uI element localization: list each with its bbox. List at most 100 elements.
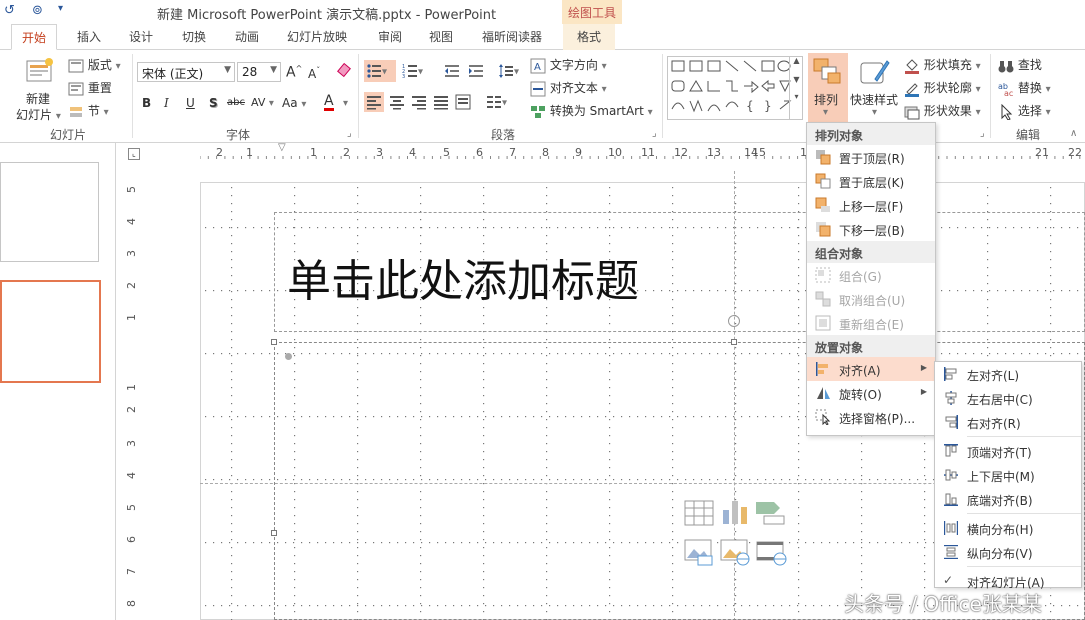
scroll-up-icon[interactable]: ▲	[790, 56, 803, 65]
distributed-button[interactable]	[455, 94, 471, 110]
scroll-down-icon[interactable]: ▼	[790, 75, 803, 84]
resize-handle[interactable]	[731, 339, 737, 345]
font-group-label: 字体	[226, 128, 251, 142]
font-color-button[interactable]: A	[324, 94, 334, 111]
tab-foxit-reader[interactable]: 福昕阅读器	[482, 28, 542, 45]
distribute-vertically-item[interactable]: 纵向分布(V)	[935, 540, 1081, 564]
change-case-button[interactable]: Aa ▾	[282, 96, 306, 110]
new-slide-button[interactable]: 新建	[26, 90, 50, 107]
tab-format[interactable]: 格式	[563, 24, 616, 50]
select-button[interactable]: 选择 ▾	[998, 102, 1051, 121]
ruler-tick-label: 2	[343, 146, 350, 159]
layout-button[interactable]: 版式 ▾	[68, 56, 121, 74]
columns-button[interactable]: ▾	[486, 94, 507, 110]
tab-slideshow[interactable]: 幻灯片放映	[287, 28, 347, 45]
underline-button[interactable]: U	[186, 96, 195, 110]
quick-styles-button[interactable]: 快速样式 ▾	[850, 53, 900, 123]
insert-online-picture-icon[interactable]	[720, 538, 752, 566]
find-button[interactable]: 查找	[998, 56, 1042, 74]
align-middle-item[interactable]: 上下居中(M)	[935, 463, 1081, 487]
distribute-horizontally-item[interactable]: 横向分布(H)	[935, 516, 1081, 540]
slide-thumbnail[interactable]	[0, 162, 99, 262]
shapes-gallery-scroll[interactable]: ▲ ▼ ▾	[789, 56, 803, 120]
bold-button[interactable]: B	[142, 96, 151, 110]
shape-effects-button[interactable]: 形状效果 ▾	[904, 102, 981, 120]
resize-handle[interactable]	[271, 339, 277, 345]
align-item[interactable]: 对齐(A) ▶	[807, 357, 935, 381]
tab-animations[interactable]: 动画	[235, 28, 259, 45]
new-slide-icon[interactable]	[24, 56, 56, 88]
resize-handle[interactable]	[271, 530, 277, 536]
tab-home[interactable]: 开始	[11, 24, 58, 50]
vertical-ruler[interactable]: 5 4 3 2 1 1 2 3 4 5 6 7 8	[124, 183, 142, 620]
align-center-button[interactable]	[389, 94, 405, 110]
rotate-item[interactable]: 旋转(O) ▶	[807, 381, 935, 405]
align-left-button[interactable]	[364, 92, 384, 112]
italic-button[interactable]: I	[164, 96, 169, 110]
increase-indent-button[interactable]	[468, 63, 484, 79]
align-bottom-item[interactable]: 底端对齐(B)	[935, 487, 1081, 511]
insert-table-icon[interactable]	[684, 500, 714, 526]
shapes-gallery[interactable]: { }	[667, 56, 803, 120]
presentation-icon[interactable]: ⊚	[32, 3, 43, 18]
separator	[132, 54, 133, 138]
shape-fill-button[interactable]: 形状填充 ▾	[904, 56, 981, 74]
shape-outline-button[interactable]: 形状轮廓 ▾	[904, 79, 981, 97]
font-color-dropdown-icon[interactable]: ▾	[343, 98, 348, 109]
bullets-button[interactable]: ▾	[364, 60, 396, 82]
bring-to-front-item[interactable]: 置于顶层(R)	[807, 145, 935, 169]
align-text-button[interactable]: 对齐文本 ▾	[530, 79, 607, 97]
tab-insert[interactable]: 插入	[77, 28, 101, 45]
tab-design[interactable]: 设计	[129, 28, 153, 45]
drawing-dialog-launcher-icon[interactable]: ⌟	[980, 128, 985, 139]
strikethrough-button[interactable]: abc	[227, 97, 245, 108]
undo-icon[interactable]: ↺	[4, 3, 15, 18]
rotate-handle-icon[interactable]	[728, 315, 740, 327]
align-left-item[interactable]: 左对齐(L)	[935, 362, 1081, 386]
font-dialog-launcher-icon[interactable]: ⌟	[347, 128, 352, 139]
paragraph-dialog-launcher-icon[interactable]: ⌟	[652, 128, 657, 139]
text-direction-button[interactable]: A 文字方向 ▾	[530, 56, 607, 74]
font-name-combo[interactable]: 宋体 (正文) ▼	[137, 62, 235, 82]
replace-button[interactable]: ab ac 替换 ▾	[998, 79, 1051, 98]
arrange-button[interactable]: 排列 ▾	[808, 53, 848, 123]
gallery-more-icon[interactable]: ▾	[790, 92, 803, 101]
shrink-font-button[interactable]: Aˇ	[308, 66, 320, 81]
customize-quick-access-icon[interactable]: ▾	[58, 3, 63, 14]
section-button[interactable]: 节 ▾	[68, 102, 109, 120]
convert-smartart-button[interactable]: 转换为 SmartArt ▾	[530, 102, 653, 120]
selection-pane-item[interactable]: 选择窗格(P)...	[807, 405, 935, 429]
numbering-button[interactable]: 1 2 3 ▾	[402, 63, 423, 80]
send-backward-item[interactable]: 下移一层(B)	[807, 217, 935, 241]
horizontal-ruler[interactable]: 21123456789101112131415162122 ▽	[200, 142, 1085, 160]
tab-selector-icon[interactable]: ⌞	[128, 148, 140, 160]
tab-review[interactable]: 审阅	[378, 28, 402, 45]
font-size-combo[interactable]: 28 ▼	[237, 62, 281, 82]
shadow-button[interactable]: S	[209, 96, 218, 110]
insert-chart-icon[interactable]	[720, 498, 750, 526]
insert-picture-icon[interactable]	[684, 538, 714, 566]
reset-button[interactable]: 重置	[68, 79, 112, 97]
bring-forward-item[interactable]: 上移一层(F)	[807, 193, 935, 217]
align-right-button[interactable]	[411, 94, 427, 110]
tab-transitions[interactable]: 切换	[182, 28, 206, 45]
grow-font-button[interactable]: A^	[286, 64, 302, 81]
insert-video-icon[interactable]	[756, 538, 788, 566]
character-spacing-button[interactable]: AV ▾	[251, 96, 274, 109]
slide-thumbnail-selected[interactable]	[0, 280, 101, 383]
justify-button[interactable]	[433, 94, 449, 110]
indent-marker-icon[interactable]: ▽	[278, 142, 286, 153]
align-center-item[interactable]: 左右居中(C)	[935, 386, 1081, 410]
insert-smartart-icon[interactable]	[754, 500, 786, 526]
line-spacing-button[interactable]: ▾	[498, 63, 519, 79]
decrease-indent-button[interactable]	[444, 63, 460, 79]
align-top-item[interactable]: 顶端对齐(T)	[935, 439, 1081, 463]
collapse-ribbon-icon[interactable]: ∧	[1070, 128, 1077, 139]
title-placeholder[interactable]: 单击此处添加标题	[274, 212, 1085, 332]
new-slide-dropdown[interactable]: 幻灯片 ▾	[16, 106, 61, 123]
send-to-back-item[interactable]: 置于底层(K)	[807, 169, 935, 193]
pane-divider[interactable]	[115, 143, 116, 620]
clear-formatting-button[interactable]	[336, 62, 352, 78]
tab-view[interactable]: 视图	[429, 28, 453, 45]
align-right-item[interactable]: 右对齐(R)	[935, 410, 1081, 434]
